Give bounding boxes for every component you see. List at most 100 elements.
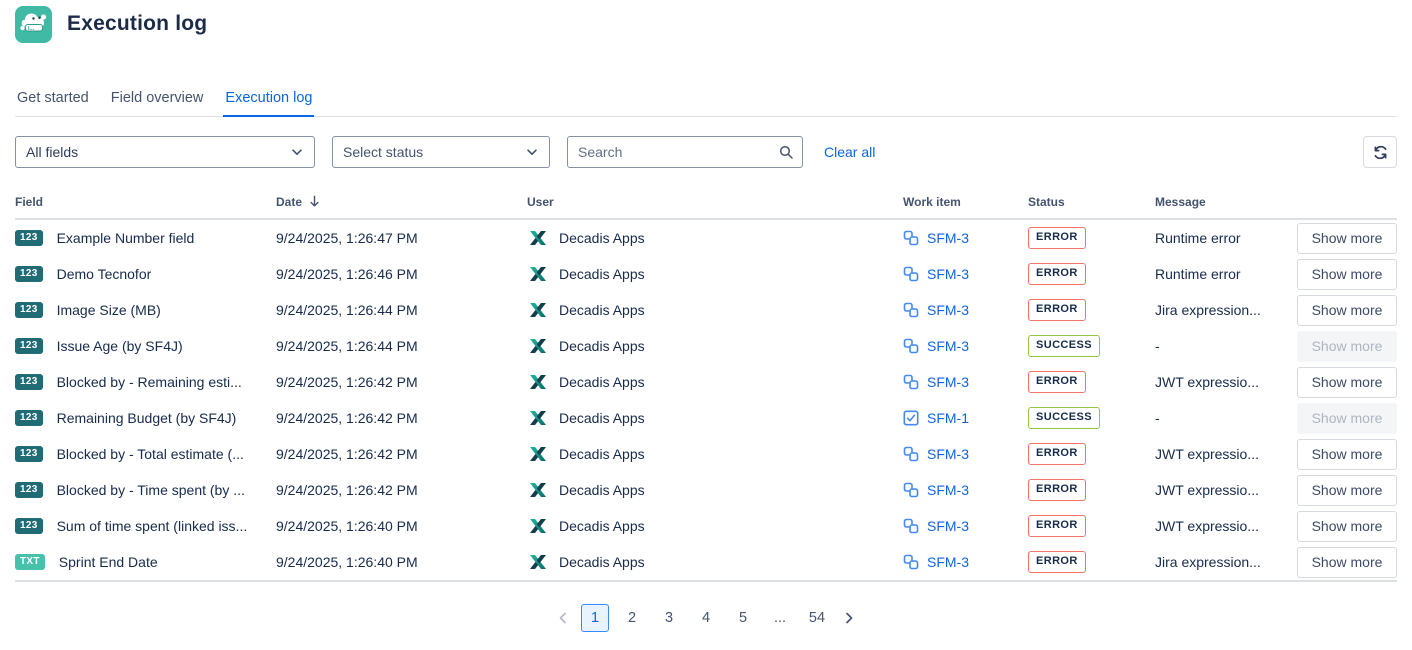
show-more-button[interactable]: Show more <box>1297 295 1397 326</box>
work-item-link[interactable]: SFM-3 <box>927 518 969 534</box>
field-type-badge: 123 <box>15 482 43 498</box>
status-cell: SUCCESS <box>1028 407 1155 428</box>
user-avatar <box>527 335 549 357</box>
show-more-button[interactable]: Show more <box>1297 367 1397 398</box>
message-cell: Runtime error <box>1155 230 1297 246</box>
status-badge: SUCCESS <box>1028 407 1100 428</box>
page-button[interactable]: 4 <box>692 604 720 632</box>
user-avatar <box>527 443 549 465</box>
user-name: Decadis Apps <box>559 518 645 534</box>
field-type-badge: 123 <box>15 266 43 282</box>
message-cell: - <box>1155 410 1297 426</box>
tab-field-overview[interactable]: Field overview <box>109 86 206 117</box>
user-name: Decadis Apps <box>559 302 645 318</box>
action-cell: Show more <box>1297 259 1397 290</box>
field-cell: TXT Sprint End Date <box>15 554 276 570</box>
work-item-link[interactable]: SFM-3 <box>927 230 969 246</box>
field-name: Demo Tecnofor <box>57 266 152 282</box>
status-filter-select[interactable]: Select status <box>332 136 550 168</box>
work-item-link[interactable]: SFM-1 <box>927 410 969 426</box>
table-body: 123 Example Number field 9/24/2025, 1:26… <box>15 220 1397 582</box>
search-input[interactable] <box>576 143 778 161</box>
page-button[interactable]: 2 <box>618 604 646 632</box>
work-item-link[interactable]: SFM-3 <box>927 302 969 318</box>
show-more-button[interactable]: Show more <box>1297 403 1397 434</box>
refresh-icon <box>1372 144 1389 161</box>
status-cell: ERROR <box>1028 551 1155 572</box>
field-cell: 123 Issue Age (by SF4J) <box>15 338 276 354</box>
table-row: 123 Remaining Budget (by SF4J) 9/24/2025… <box>15 400 1397 436</box>
message-cell: JWT expressio... <box>1155 374 1297 390</box>
table-row: 123 Sum of time spent (linked iss... 9/2… <box>15 508 1397 544</box>
work-item-cell: SFM-3 <box>903 518 1028 534</box>
work-item-link[interactable]: SFM-3 <box>927 446 969 462</box>
status-badge: ERROR <box>1028 443 1086 464</box>
table-row: 123 Example Number field 9/24/2025, 1:26… <box>15 220 1397 256</box>
work-item-link[interactable]: SFM-3 <box>927 374 969 390</box>
message-cell: Jira expression... <box>1155 302 1297 318</box>
next-page-icon[interactable] <box>835 604 863 632</box>
field-name: Example Number field <box>57 230 195 246</box>
work-item-cell: SFM-3 <box>903 374 1028 390</box>
page-button[interactable]: 54 <box>803 604 831 632</box>
user-cell: Decadis Apps <box>527 443 903 465</box>
pagination: 12345...54 <box>15 604 1397 632</box>
field-name: Blocked by - Time spent (by ... <box>57 482 245 498</box>
previous-page-icon[interactable] <box>549 604 577 632</box>
status-filter-placeholder: Select status <box>343 144 423 160</box>
refresh-button[interactable] <box>1363 136 1397 168</box>
field-name: Blocked by - Remaining esti... <box>57 374 242 390</box>
user-cell: Decadis Apps <box>527 227 903 249</box>
page-numbers: 12345...54 <box>581 604 831 632</box>
status-cell: ERROR <box>1028 227 1155 248</box>
show-more-button[interactable]: Show more <box>1297 439 1397 470</box>
user-cell: Decadis Apps <box>527 515 903 537</box>
table-row: 123 Blocked by - Remaining esti... 9/24/… <box>15 364 1397 400</box>
status-badge: ERROR <box>1028 515 1086 536</box>
message-cell: Jira expression... <box>1155 554 1297 570</box>
work-item-link[interactable]: SFM-3 <box>927 554 969 570</box>
user-avatar <box>527 263 549 285</box>
action-cell: Show more <box>1297 331 1397 362</box>
field-cell: 123 Blocked by - Total estimate (... <box>15 446 276 462</box>
column-header-field: Field <box>15 195 276 209</box>
status-badge: ERROR <box>1028 371 1086 392</box>
tab-execution-log[interactable]: Execution log <box>223 86 314 117</box>
field-cell: 123 Blocked by - Time spent (by ... <box>15 482 276 498</box>
work-item-link[interactable]: SFM-3 <box>927 482 969 498</box>
date-cell: 9/24/2025, 1:26:42 PM <box>276 374 527 390</box>
show-more-button[interactable]: Show more <box>1297 259 1397 290</box>
action-cell: Show more <box>1297 295 1397 326</box>
field-name: Remaining Budget (by SF4J) <box>57 410 237 426</box>
show-more-button[interactable]: Show more <box>1297 547 1397 578</box>
show-more-button[interactable]: Show more <box>1297 223 1397 254</box>
field-cell: 123 Blocked by - Remaining esti... <box>15 374 276 390</box>
work-item-link[interactable]: SFM-3 <box>927 338 969 354</box>
field-cell: 123 Remaining Budget (by SF4J) <box>15 410 276 426</box>
page-button[interactable]: 5 <box>729 604 757 632</box>
clear-all-link[interactable]: Clear all <box>824 144 875 160</box>
status-cell: ERROR <box>1028 443 1155 464</box>
page-button[interactable]: 1 <box>581 604 609 632</box>
show-more-button[interactable]: Show more <box>1297 511 1397 542</box>
sort-descending-icon[interactable] <box>307 194 322 209</box>
fields-filter-select[interactable]: All fields <box>15 136 315 168</box>
column-header-date[interactable]: Date <box>276 194 527 209</box>
action-cell: Show more <box>1297 403 1397 434</box>
action-cell: Show more <box>1297 223 1397 254</box>
status-badge: ERROR <box>1028 479 1086 500</box>
work-item-link[interactable]: SFM-3 <box>927 266 969 282</box>
page-button[interactable]: 3 <box>655 604 683 632</box>
status-badge: ERROR <box>1028 227 1086 248</box>
tab-get-started[interactable]: Get started <box>15 86 91 117</box>
show-more-button[interactable]: Show more <box>1297 331 1397 362</box>
page-title: Execution log <box>67 12 207 36</box>
show-more-button[interactable]: Show more <box>1297 475 1397 506</box>
status-badge: ERROR <box>1028 299 1086 320</box>
subtask-icon <box>903 230 919 246</box>
table-header: Field Date User Work item Status Message <box>15 194 1397 220</box>
action-cell: Show more <box>1297 439 1397 470</box>
user-cell: Decadis Apps <box>527 335 903 357</box>
work-item-cell: SFM-3 <box>903 266 1028 282</box>
user-avatar <box>527 227 549 249</box>
